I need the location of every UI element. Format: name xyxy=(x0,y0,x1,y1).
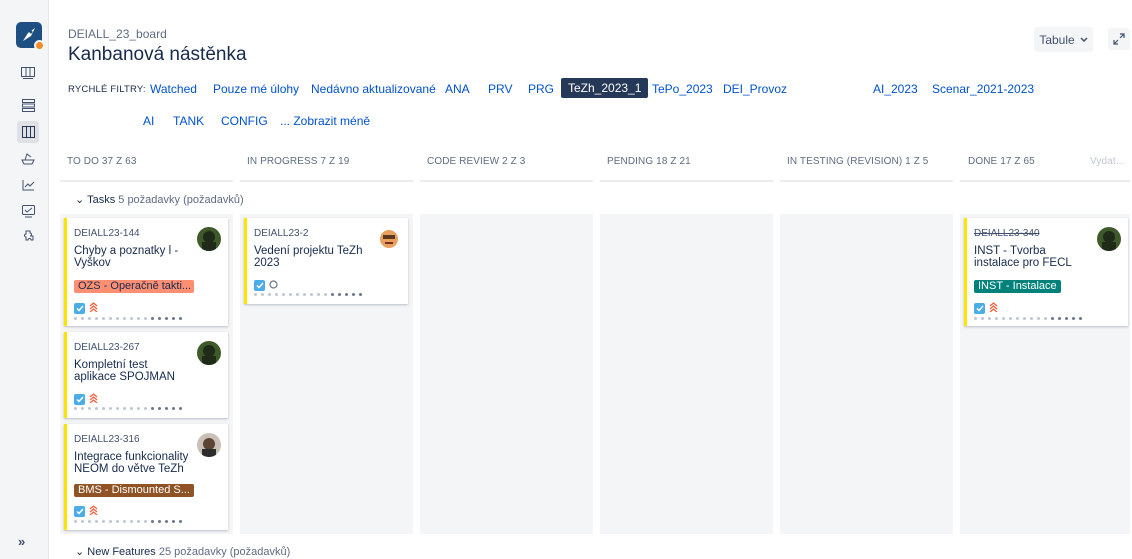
estimate-dots xyxy=(974,317,1082,320)
project-logo-icon[interactable] xyxy=(16,22,45,51)
column-divider xyxy=(960,180,1130,182)
column-code-review xyxy=(420,214,593,534)
chevron-down-icon xyxy=(1080,36,1088,42)
filter-tepo-2023[interactable]: TePo_2023 xyxy=(652,82,713,96)
task-type-icon xyxy=(74,302,85,314)
task-type-icon xyxy=(974,302,985,314)
column-in-testing xyxy=(780,214,953,534)
filter-ai[interactable]: AI xyxy=(143,114,154,128)
chevron-down-icon: ⌄ xyxy=(75,194,85,206)
priority-highest-icon xyxy=(89,504,98,518)
filter-tezh-2023-1[interactable]: TeZh_2023_1 xyxy=(561,78,649,98)
quick-filters-label: RYCHLÉ FILTRY: xyxy=(68,84,146,95)
assignee-avatar[interactable] xyxy=(1097,227,1121,251)
issue-summary: INST - Tvorba instalace pro FECL xyxy=(974,245,1072,269)
filter-dei-provoz[interactable]: DEI_Provoz xyxy=(723,82,787,96)
filter-my-issues[interactable]: Pouze mé úlohy xyxy=(213,82,299,96)
components-icon[interactable] xyxy=(17,200,39,222)
column-pending xyxy=(600,214,773,534)
issue-summary: Vedení projektu TeZh 2023 xyxy=(254,245,363,269)
column-divider xyxy=(60,180,233,182)
fullscreen-button[interactable] xyxy=(1108,28,1130,50)
issue-key[interactable]: DEIALL23-2 xyxy=(254,228,308,239)
filter-watched[interactable]: Watched xyxy=(150,82,197,96)
estimate-dots xyxy=(254,293,362,296)
column-divider xyxy=(780,180,953,182)
backlog-icon[interactable] xyxy=(17,94,39,116)
issue-card[interactable]: DEIALL23-267 Kompletní test aplikace SPO… xyxy=(64,332,228,418)
column-header-pending: PENDING 18 Z 21 xyxy=(607,156,691,167)
filter-config[interactable]: CONFIG xyxy=(221,114,268,128)
assignee-avatar[interactable] xyxy=(197,227,221,251)
expand-icon xyxy=(1113,33,1125,45)
column-divider xyxy=(600,180,773,182)
release-link[interactable]: Vydat... xyxy=(1090,156,1124,167)
swimlane-header-new-features[interactable]: ⌄ New Features 25 požadavky (požadavků) xyxy=(75,545,290,558)
issue-summary: Kompletní test aplikace SPOJMAN xyxy=(74,359,175,383)
priority-highest-icon xyxy=(89,301,98,315)
epic-label[interactable]: INST - Instalace xyxy=(974,280,1061,293)
issue-key[interactable]: DEIALL23-340 xyxy=(974,228,1040,239)
priority-highest-icon xyxy=(89,392,98,406)
estimate-dots xyxy=(74,520,182,523)
chevron-down-icon: ⌄ xyxy=(75,546,85,558)
column-header-todo: TO DO 37 Z 63 xyxy=(67,156,137,167)
assignee-avatar[interactable] xyxy=(197,341,221,365)
page-title: Kanbanová nástěnka xyxy=(68,44,247,65)
task-type-icon xyxy=(254,279,265,291)
filter-ana[interactable]: ANA xyxy=(445,82,470,96)
filter-prv[interactable]: PRV xyxy=(488,82,512,96)
issue-summary: Integrace funkcionality NEOM do větve Te… xyxy=(74,451,189,475)
add-ons-icon[interactable] xyxy=(17,226,39,248)
sidebar-rail: » xyxy=(0,0,49,559)
epic-label[interactable]: BMS - Dismounted S... xyxy=(74,484,194,497)
expand-sidebar-icon[interactable]: » xyxy=(18,534,25,549)
estimate-dots xyxy=(74,317,182,320)
assignee-avatar[interactable] xyxy=(377,227,401,251)
assignee-avatar[interactable] xyxy=(197,433,221,457)
show-less-link[interactable]: ... Zobrazit méně xyxy=(280,114,370,128)
issue-card[interactable]: DEIALL23-144 Chyby a poznatky l - Vyškov… xyxy=(64,218,228,326)
issue-key[interactable]: DEIALL23-316 xyxy=(74,434,140,445)
priority-none-icon xyxy=(269,278,278,292)
swimlane-header-tasks[interactable]: ⌄ Tasks 5 požadavky (požadavků) xyxy=(75,193,244,206)
estimate-dots xyxy=(74,407,182,410)
column-header-in-progress: IN PROGRESS 7 Z 19 xyxy=(247,156,350,167)
issue-card[interactable]: DEIALL23-340 INST - Tvorba instalace pro… xyxy=(964,218,1128,326)
issue-card[interactable]: DEIALL23-2 Vedení projektu TeZh 2023 xyxy=(244,218,408,304)
task-type-icon xyxy=(74,393,85,405)
task-type-icon xyxy=(74,505,85,517)
filter-prg[interactable]: PRG xyxy=(528,82,554,96)
issue-key[interactable]: DEIALL23-267 xyxy=(74,342,140,353)
column-header-code-review: CODE REVIEW 2 Z 3 xyxy=(427,156,526,167)
filter-recently-updated[interactable]: Nedávno aktualizované xyxy=(311,82,436,96)
issue-key[interactable]: DEIALL23-144 xyxy=(74,228,140,239)
releases-icon[interactable] xyxy=(17,148,39,170)
view-dropdown-button[interactable]: Tabule xyxy=(1034,27,1093,52)
column-divider xyxy=(240,180,413,182)
filter-tank[interactable]: TANK xyxy=(173,114,204,128)
issue-card[interactable]: DEIALL23-316 Integrace funkcionality NEO… xyxy=(64,424,228,530)
filter-scenar[interactable]: Scenar_2021-2023 xyxy=(932,82,1034,96)
column-header-in-testing: IN TESTING (REVISION) 1 Z 5 xyxy=(787,156,929,167)
filter-ai-2023[interactable]: AI_2023 xyxy=(873,82,918,96)
board-icon[interactable] xyxy=(17,62,39,84)
column-header-done: DONE 17 Z 65 xyxy=(968,156,1035,167)
active-board-icon[interactable] xyxy=(17,121,39,143)
column-divider xyxy=(420,180,593,182)
view-dropdown-label: Tabule xyxy=(1039,32,1075,47)
notification-dot-icon xyxy=(34,40,45,51)
board-breadcrumb[interactable]: DEIALL_23_board xyxy=(68,27,167,41)
priority-highest-icon xyxy=(989,301,998,315)
epic-label[interactable]: OZS - Operačně takti... xyxy=(74,280,194,293)
reports-icon[interactable] xyxy=(17,174,39,196)
issue-summary: Chyby a poznatky l - Vyškov xyxy=(74,245,179,269)
